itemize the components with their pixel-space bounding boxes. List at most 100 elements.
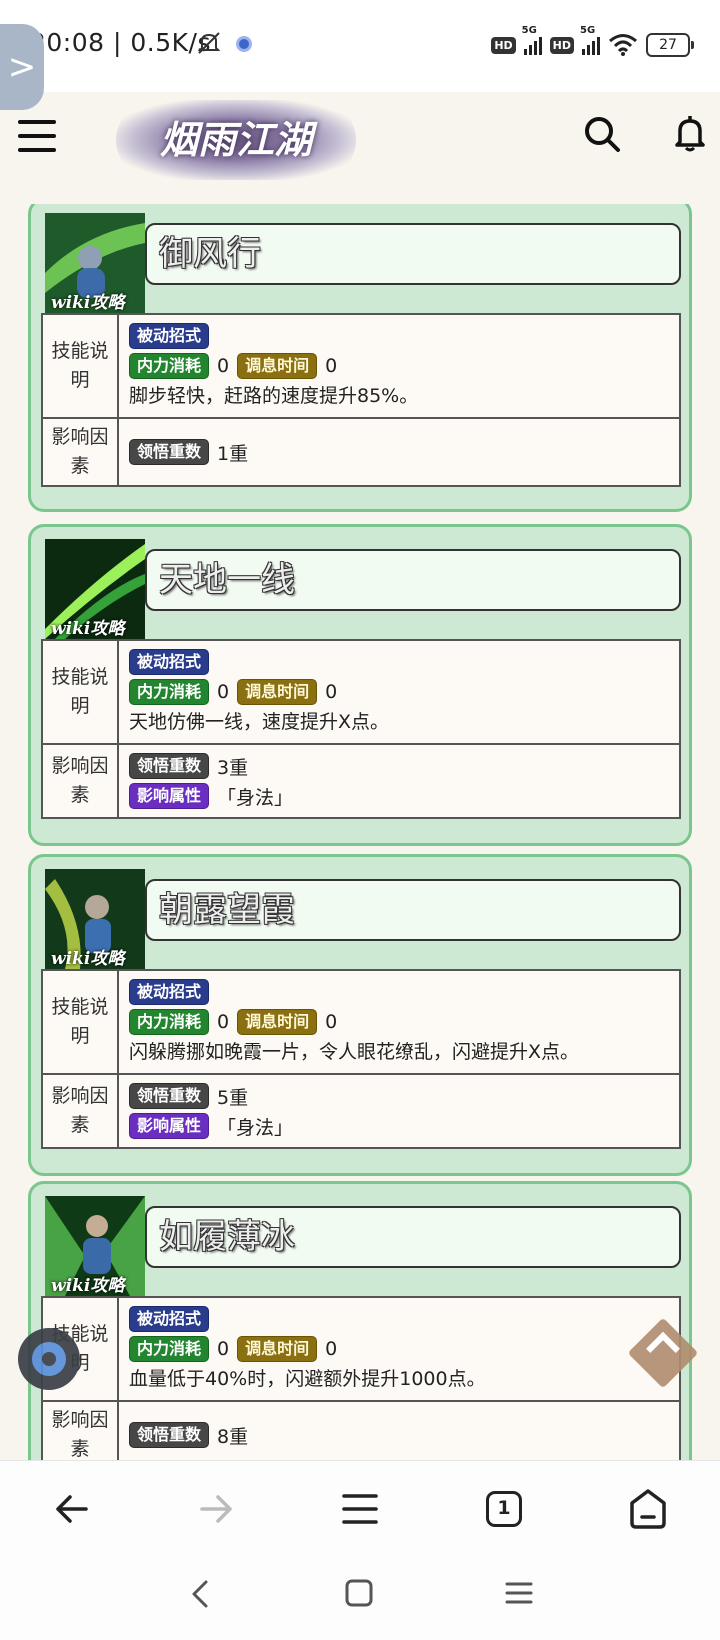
mp-cost-tag: 内力消耗 [129, 353, 210, 379]
system-home-icon[interactable] [344, 1578, 374, 1608]
passive-tag: 被动招式 [129, 649, 210, 675]
image-watermark: wiki攻略 [51, 619, 125, 639]
image-watermark: wiki攻略 [51, 293, 125, 313]
battery-indicator: 27 [646, 33, 694, 57]
passive-tag: 被动招式 [129, 323, 210, 349]
system-back-icon[interactable] [186, 1576, 216, 1612]
mp-cost-value: 0 [217, 1011, 230, 1033]
cooldown-tag: 调息时间 [237, 353, 318, 379]
row-value: 领悟重数 3重 影响属性 「身法」 [117, 743, 681, 819]
gear-icon [32, 1342, 66, 1376]
skill-card: wiki攻略 天地一线 技能说明 被动招式 内力消耗 0 调息时间 0 天地仿佛… [28, 524, 692, 846]
cooldown-tag: 调息时间 [237, 1336, 318, 1362]
sidebar-toggle-button[interactable]: > [0, 24, 44, 110]
row-value: 被动招式 内力消耗 0 调息时间 0 脚步轻快，赶路的速度提升85%。 [117, 313, 681, 419]
search-icon[interactable] [582, 114, 622, 154]
chevron-up-icon [646, 1331, 680, 1366]
skill-image: wiki攻略 [45, 869, 145, 969]
skill-name: 朝露望霞 [145, 879, 681, 941]
skill-info-table: 技能说明 被动招式 内力消耗 0 调息时间 0 天地仿佛一线，速度提升X点。 影… [41, 639, 681, 819]
row-value: 被动招式 内力消耗 0 调息时间 0 天地仿佛一线，速度提升X点。 [117, 639, 681, 745]
table-row: 影响因素 领悟重数 1重 [41, 417, 681, 487]
mp-cost-tag: 内力消耗 [129, 1009, 210, 1035]
menu-lines-icon[interactable] [332, 1481, 388, 1537]
hd-badge: HD [549, 36, 574, 54]
skill-name: 御风行 [145, 223, 681, 285]
table-row: 技能说明 被动招式 内力消耗 0 调息时间 0 血量低于40%时，闪避额外提升1… [41, 1296, 681, 1402]
row-value: 被动招式 内力消耗 0 调息时间 0 血量低于40%时，闪避额外提升1000点。 [117, 1296, 681, 1402]
attribute-tag: 影响属性 [129, 1113, 210, 1139]
app-notification-icon [236, 36, 252, 52]
skill-card: wiki攻略 如履薄冰 技能说明 被动招式 内力消耗 0 调息时间 0 血量低于… [28, 1181, 692, 1460]
comprehension-value: 3重 [217, 756, 249, 779]
cooldown-value: 0 [325, 355, 338, 377]
comprehension-value: 8重 [217, 1425, 249, 1448]
settings-floating-button[interactable] [18, 1328, 80, 1390]
browser-toolbar: 1 [0, 1460, 720, 1555]
skill-info-table: 技能说明 被动招式 内力消耗 0 调息时间 0 血量低于40%时，闪避额外提升1… [41, 1296, 681, 1460]
forward-arrow-icon[interactable] [188, 1481, 244, 1537]
image-watermark: wiki攻略 [51, 949, 125, 969]
menu-icon[interactable] [18, 120, 56, 152]
row-value: 领悟重数 1重 [117, 417, 681, 487]
back-arrow-icon[interactable] [44, 1481, 100, 1537]
status-indicators: HD 5G HD 5G 27 [491, 25, 694, 60]
cooldown-value: 0 [325, 1338, 338, 1360]
row-value: 领悟重数 5重 影响属性 「身法」 [117, 1073, 681, 1149]
network-type-label: 5G [521, 25, 537, 36]
skill-image: wiki攻略 [45, 1196, 145, 1296]
row-label: 影响因素 [41, 1400, 119, 1460]
mp-cost-value: 0 [217, 355, 230, 377]
network-type-label: 5G [580, 25, 596, 36]
skill-description: 天地仿佛一线，速度提升X点。 [129, 711, 390, 733]
cooldown-tag: 调息时间 [237, 1009, 318, 1035]
comprehension-tag: 领悟重数 [129, 1083, 210, 1109]
passive-tag: 被动招式 [129, 1306, 210, 1332]
row-label: 技能说明 [41, 969, 119, 1075]
comprehension-value: 1重 [217, 442, 249, 465]
attribute-value: 「身法」 [217, 1116, 294, 1139]
table-row: 技能说明 被动招式 内力消耗 0 调息时间 0 闪躲腾挪如晚霞一片，令人眼花缭乱… [41, 969, 681, 1075]
logo-text: 烟雨江湖 [159, 117, 312, 162]
bell-icon[interactable] [672, 114, 708, 154]
attribute-value: 「身法」 [217, 786, 294, 809]
mp-cost-tag: 内力消耗 [129, 1336, 210, 1362]
row-label: 技能说明 [41, 639, 119, 745]
signal-icon: 5G [522, 25, 542, 55]
cooldown-tag: 调息时间 [237, 679, 318, 705]
system-recents-icon[interactable] [504, 1578, 534, 1608]
skill-image: wiki攻略 [45, 213, 145, 313]
skill-name: 如履薄冰 [145, 1206, 681, 1268]
skill-name: 天地一线 [145, 549, 681, 611]
row-value: 被动招式 内力消耗 0 调息时间 0 闪躲腾挪如晚霞一片，令人眼花缭乱，闪避提升… [117, 969, 681, 1075]
home-icon[interactable] [620, 1481, 676, 1537]
system-navigation-bar [0, 1554, 720, 1640]
tabs-count: 1 [486, 1491, 522, 1527]
hd-badge: HD [491, 36, 516, 54]
table-row: 影响因素 领悟重数 3重 影响属性 「身法」 [41, 743, 681, 819]
bell-muted-icon [197, 32, 221, 54]
cooldown-value: 0 [325, 1011, 338, 1033]
row-label: 技能说明 [41, 313, 119, 419]
tabs-button[interactable]: 1 [476, 1481, 532, 1537]
skill-card: wiki攻略 御风行 技能说明 被动招式 内力消耗 0 调息时间 0 脚步轻快，… [28, 204, 692, 512]
skill-info-table: 技能说明 被动招式 内力消耗 0 调息时间 0 闪躲腾挪如晚霞一片，令人眼花缭乱… [41, 969, 681, 1149]
passive-tag: 被动招式 [129, 979, 210, 1005]
site-logo[interactable]: 烟雨江湖 [116, 100, 356, 180]
table-row: 技能说明 被动招式 内力消耗 0 调息时间 0 脚步轻快，赶路的速度提升85%。 [41, 313, 681, 419]
skill-card: wiki攻略 朝露望霞 技能说明 被动招式 内力消耗 0 调息时间 0 闪躲腾挪… [28, 854, 692, 1176]
skill-list: wiki攻略 御风行 技能说明 被动招式 内力消耗 0 调息时间 0 脚步轻快，… [0, 204, 720, 1460]
signal-icon: 5G [580, 25, 600, 55]
comprehension-value: 5重 [217, 1086, 249, 1109]
comprehension-tag: 领悟重数 [129, 753, 210, 779]
table-row: 影响因素 领悟重数 8重 [41, 1400, 681, 1460]
table-row: 影响因素 领悟重数 5重 影响属性 「身法」 [41, 1073, 681, 1149]
wifi-icon [609, 34, 637, 56]
row-label: 影响因素 [41, 1073, 119, 1149]
mp-cost-value: 0 [217, 681, 230, 703]
status-bar: 20:08 | 0.5K/s HD 5G HD 5G 27 [0, 0, 720, 92]
skill-description: 脚步轻快，赶路的速度提升85%。 [129, 385, 419, 407]
cooldown-value: 0 [325, 681, 338, 703]
status-time: 20:08 | 0.5K/s [30, 28, 211, 57]
comprehension-tag: 领悟重数 [129, 439, 210, 465]
